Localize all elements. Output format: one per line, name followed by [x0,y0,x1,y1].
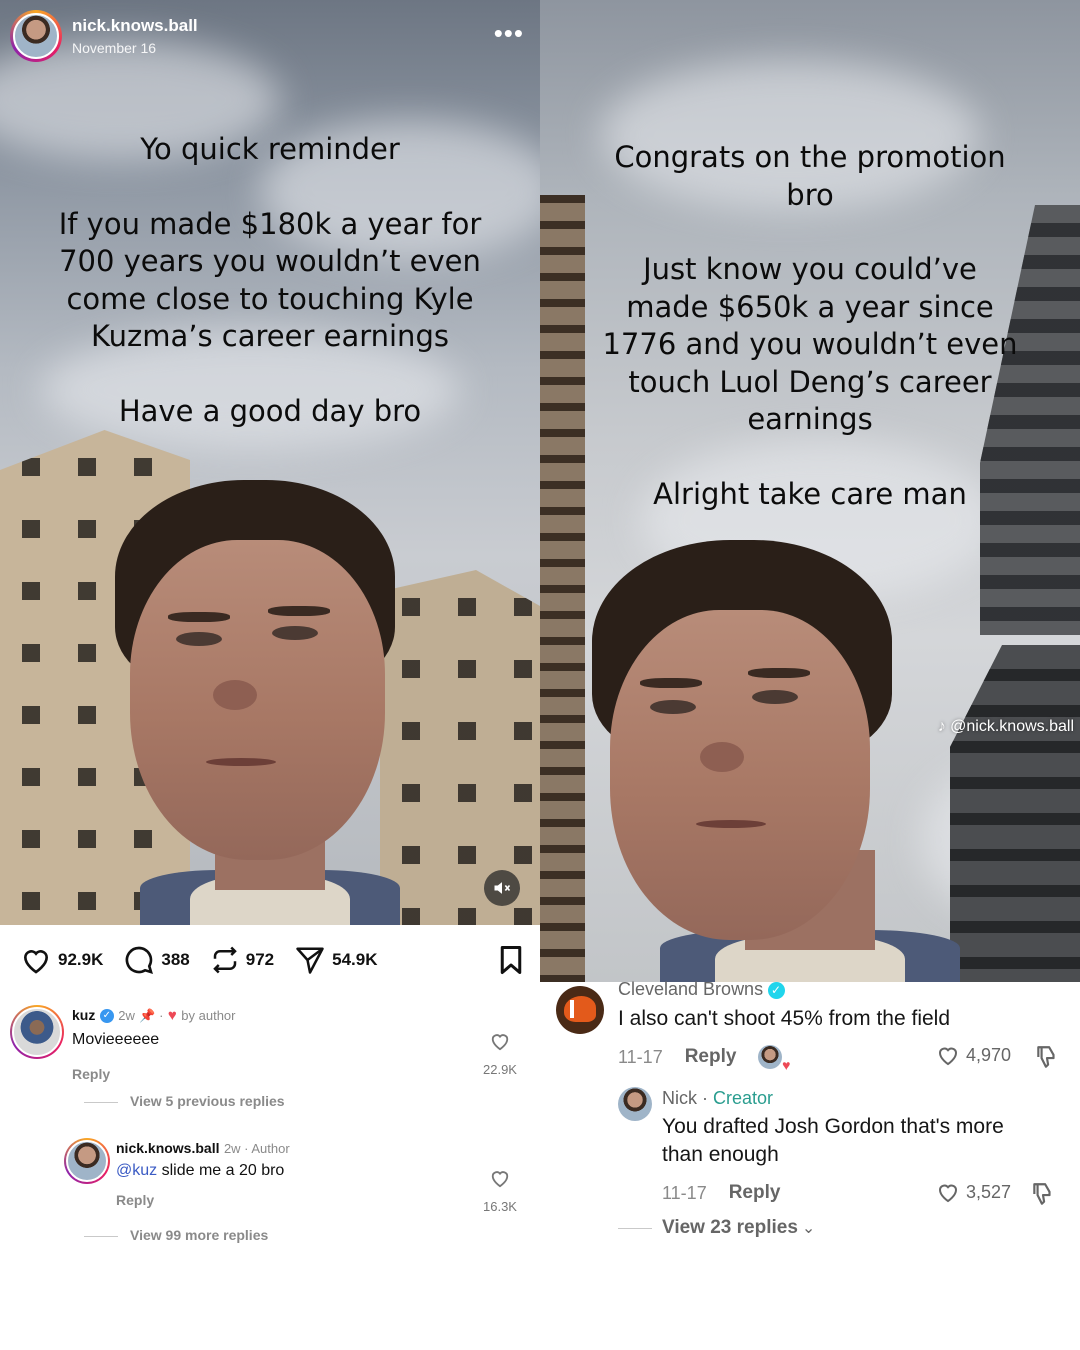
volume-muted-icon[interactable] [484,870,520,906]
caption-line: Have a good day bro [118,393,422,428]
reply-item: nick.knows.ball 2w · Author @kuz slide m… [64,1138,530,1218]
dislike-button[interactable] [1034,1044,1060,1075]
pin-icon: 📌 · [139,1008,164,1023]
caption-line: Yo quick reminder [140,132,400,166]
comment-date: 11-17 [662,1182,707,1203]
commenter-avatar[interactable] [618,1087,652,1121]
comment-like[interactable]: 3,527 [936,1181,1011,1203]
heart-icon [491,1171,509,1188]
post-header: nick.knows.ball November 16 [10,10,198,62]
reply-button[interactable]: Reply [685,1046,737,1068]
commenter-avatar[interactable] [64,1138,110,1184]
reply-button[interactable]: Reply [72,1066,110,1082]
comment-like-count: 16.3K [483,1199,517,1214]
comment-count: 388 [161,950,190,969]
commenter-avatar[interactable] [10,1005,64,1059]
comment-like[interactable]: 4,970 [936,1044,1011,1066]
verified-badge-icon: ✓ [99,1008,114,1023]
right-post-panel: Congrats on the promotion bro Just know … [540,0,1080,1350]
more-dots-icon[interactable]: ••• [494,18,524,49]
comment-like-count: 4,970 [966,1044,1012,1065]
comment-text: Movieeeeee [72,1031,160,1048]
repost-button[interactable]: 972 [210,944,274,976]
repost-icon [212,946,237,974]
tiktok-logo-icon: ♪ [937,718,946,735]
like-button[interactable]: 92.9K [20,945,103,975]
comment-like[interactable]: 22.9K [470,1031,530,1077]
caption-line: Just know you could’ve made $650k a year… [602,252,1018,436]
comment-text: You drafted Josh Gordon that's more than… [662,1115,1004,1166]
post-date: November 16 [72,40,157,56]
view-previous-replies-label: View 5 previous replies [130,1093,285,1109]
comment-like-count: 3,527 [966,1181,1012,1202]
comment-age: 2w [118,1008,135,1023]
commenter-username[interactable]: Nick [662,1088,697,1108]
mention-link[interactable]: @kuz [116,1162,157,1179]
commenter-username[interactable]: Cleveland Browns [618,979,763,999]
caption-line: Alright take care man [653,476,967,511]
comment-text: I also can't shoot 45% from the field [618,1007,951,1030]
chevron-down-icon: ⌄ [801,1220,816,1237]
left-post-panel: Yo quick reminder If you made $180k a ye… [0,0,540,1350]
reply-button[interactable]: Reply [116,1192,154,1208]
commenter-avatar[interactable] [556,986,604,1034]
heart-icon [23,950,49,974]
video-caption-overlay: Congrats on the promotion bro Just know … [540,139,1080,513]
bookmark-icon [500,946,522,974]
comment-like-count: 22.9K [483,1062,517,1077]
tiktok-watermark: ♪ @nick.knows.ball [938,718,1074,736]
heart-filled-icon: ♥ [167,1007,177,1024]
thumbs-down-icon [1037,1046,1055,1068]
watermark-handle: @nick.knows.ball [950,718,1074,735]
post-media[interactable]: Yo quick reminder If you made $180k a ye… [0,0,540,925]
heart-filled-icon: ♥ [782,1057,791,1073]
thumbs-down-icon [1033,1183,1051,1205]
verified-badge-icon: ✓ [767,982,785,1000]
comment-bubble-icon [125,946,154,974]
browns-helmet-icon [564,996,596,1022]
share-count: 54.9K [332,950,378,969]
comment-button[interactable]: 388 [123,944,190,976]
heart-icon [491,1034,509,1051]
view-more-replies-label: View 99 more replies [130,1227,269,1243]
comment-age: 2w · Author [223,1141,290,1156]
view-more-replies[interactable]: View 99 more replies [84,1227,268,1243]
author-avatar[interactable] [10,10,62,62]
caption-line: Congrats on the promotion bro [614,140,1006,212]
creator-badge: Creator [713,1088,774,1108]
share-button[interactable]: 54.9K [294,945,378,975]
heart-icon [938,1047,958,1066]
comment-date: 11-17 [618,1046,663,1067]
view-replies-label: View 23 replies [662,1217,798,1238]
comment-text-body: slide me a 20 bro [157,1162,285,1179]
reply-button[interactable]: Reply [729,1182,781,1204]
bookmark-button[interactable] [497,945,525,980]
badge-separator: · [697,1088,713,1108]
comment-like[interactable]: 16.3K [470,1168,530,1214]
dislike-button[interactable] [1030,1181,1056,1212]
view-replies-button[interactable]: View 23 replies ⌄ [618,1217,815,1239]
reply-item: Nick · Creator You drafted Josh Gordon t… [540,1085,1080,1225]
video-media[interactable]: Congrats on the promotion bro Just know … [540,0,1080,982]
post-action-bar: 92.9K 388 972 54.9K [20,940,525,980]
comment-text: @kuz slide me a 20 bro [116,1162,284,1180]
liked-by-author: by author [181,1008,236,1023]
commenter-username[interactable]: kuz [72,1007,95,1023]
caption-line: If you made $180k a year for 700 years y… [58,206,482,354]
creator-liked-avatar: ♥ [758,1045,790,1073]
video-caption-overlay: Yo quick reminder If you made $180k a ye… [0,131,540,430]
author-username[interactable]: nick.knows.ball [72,16,198,36]
like-count: 92.9K [58,950,104,969]
send-icon [296,947,324,974]
heart-icon [938,1184,958,1203]
view-previous-replies[interactable]: View 5 previous replies [84,1093,285,1109]
commenter-username[interactable]: nick.knows.ball [116,1140,219,1156]
repost-count: 972 [245,950,275,969]
comment-item: Cleveland Browns ✓ I also can't shoot 45… [540,979,1080,1092]
